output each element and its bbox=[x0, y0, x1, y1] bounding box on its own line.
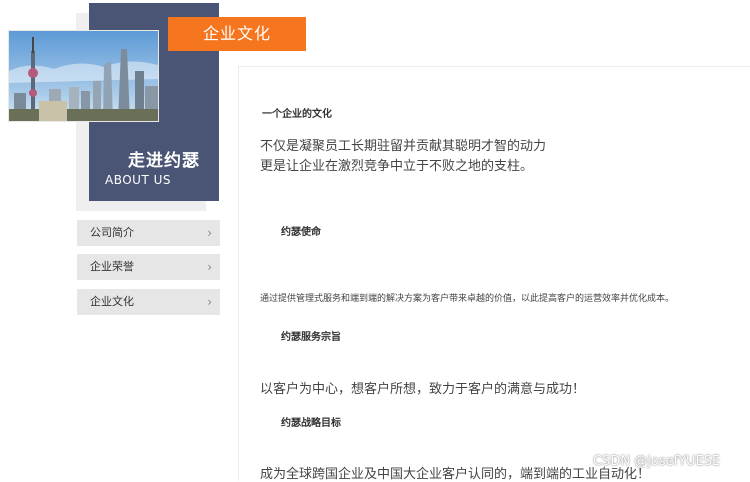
about-title-en: ABOUT US bbox=[105, 173, 172, 187]
mission-text: 通过提供管理式服务和端到端的解决方案为客户带来卓越的价值，以此提高客户的运营效率… bbox=[260, 294, 675, 304]
intro-line-1: 不仅是凝聚员工长期驻留并贡献其聪明才智的动力 bbox=[260, 139, 547, 154]
content-panel: 一个企业的文化 不仅是凝聚员工长期驻留并贡献其聪明才智的动力 更是让企业在激烈竞… bbox=[238, 66, 750, 482]
sidebar-item-label: 企业荣誉 bbox=[90, 260, 134, 273]
sidebar-item-company-intro[interactable]: 公司简介 › bbox=[77, 220, 220, 246]
service-title: 约瑟服务宗旨 bbox=[281, 332, 341, 343]
chevron-right-icon: › bbox=[207, 260, 212, 274]
service-text: 以客户为中心，想客户所想，致力于客户的满意与成功！ bbox=[260, 382, 586, 397]
sidebar-item-culture[interactable]: 企业文化 › bbox=[77, 289, 220, 315]
watermark-text: CSDN @josefYUESE bbox=[593, 454, 721, 469]
section-title: 一个企业的文化 bbox=[262, 109, 332, 120]
strategy-title: 约瑟战略目标 bbox=[281, 418, 341, 429]
mission-title: 约瑟使命 bbox=[281, 227, 321, 238]
chevron-right-icon: › bbox=[207, 226, 212, 240]
intro-line-2: 更是让企业在激烈竞争中立于不败之地的支柱。 bbox=[260, 159, 534, 174]
about-title-cn: 走进约瑟 bbox=[128, 151, 200, 171]
sidebar-item-label: 企业文化 bbox=[90, 295, 134, 308]
sidebar-item-label: 公司简介 bbox=[90, 226, 134, 239]
page-tab-label: 企业文化 bbox=[168, 17, 306, 51]
sidebar-item-honors[interactable]: 企业荣誉 › bbox=[77, 254, 220, 280]
strategy-text: 成为全球跨国企业及中国大企业客户认同的，端到端的工业自动化！ bbox=[260, 467, 651, 482]
city-skyline-image bbox=[8, 30, 159, 122]
chevron-right-icon: › bbox=[207, 295, 212, 309]
